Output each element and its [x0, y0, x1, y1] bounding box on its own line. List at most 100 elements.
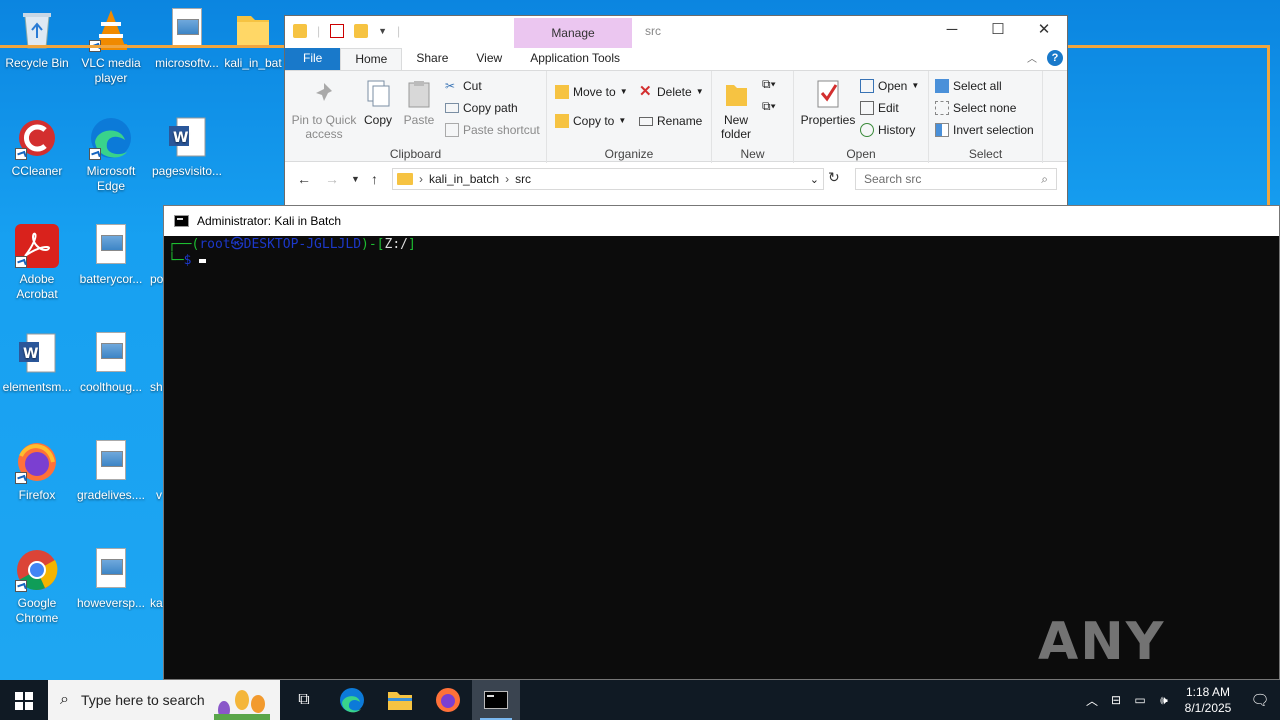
- rename-button[interactable]: Rename: [639, 114, 702, 128]
- notifications-icon[interactable]: 🗨: [1240, 691, 1280, 709]
- select-none-button[interactable]: Select none: [935, 101, 1016, 115]
- new-item-icon[interactable]: ⧉▾: [762, 77, 776, 91]
- taskbar-terminal-button[interactable]: [472, 680, 520, 720]
- up-arrow-icon[interactable]: ↑: [371, 171, 378, 187]
- chevron-down-icon[interactable]: ⌄: [810, 173, 819, 186]
- breadcrumb-kali-in-batch[interactable]: kali_in_batch: [429, 172, 499, 186]
- desktop-icon-adobe-acrobat[interactable]: Adobe Acrobat: [0, 224, 74, 302]
- desktop-icon-ccleaner[interactable]: CCleaner: [0, 116, 74, 179]
- desktop-icon-kali-in-batch[interactable]: kali_in_bat: [222, 8, 284, 71]
- desktop-icon-label: Firefox: [18, 488, 56, 502]
- chevron-right-icon: ›: [505, 172, 510, 186]
- properties-button[interactable]: Properties: [798, 79, 858, 127]
- pin-icon: [310, 79, 338, 109]
- help-icon[interactable]: ?: [1047, 50, 1063, 66]
- copy-button[interactable]: Copy: [359, 79, 397, 127]
- task-view-button[interactable]: ⧉: [280, 680, 328, 720]
- taskbar-firefox-button[interactable]: [424, 680, 472, 720]
- maximize-icon[interactable]: ☐: [975, 16, 1021, 46]
- copy-path-button[interactable]: Copy path: [445, 101, 518, 115]
- desktop-icon-firefox[interactable]: Firefox: [0, 440, 74, 503]
- properties-icon[interactable]: [330, 24, 345, 38]
- tab-view[interactable]: View: [462, 48, 516, 70]
- ribbon: Pin to Quick access Copy Paste ✂ Cut Copy…: [285, 70, 1067, 163]
- address-bar[interactable]: › kali_in_batch › src ⌄: [392, 168, 824, 190]
- desktop-icon-sh[interactable]: sh: [150, 332, 164, 395]
- desktop-icon-pagesvisito[interactable]: W pagesvisito...: [150, 116, 224, 179]
- chevron-down-icon[interactable]: ▼: [378, 26, 387, 36]
- back-arrow-icon[interactable]: ←: [297, 171, 311, 187]
- tab-share[interactable]: Share: [402, 48, 462, 70]
- shortcut-arrow-icon: [15, 256, 27, 268]
- close-icon[interactable]: ✕: [1021, 16, 1067, 46]
- taskbar-clock[interactable]: 1:18 AM 8/1/2025: [1176, 684, 1240, 716]
- recent-locations-icon[interactable]: ▼: [351, 174, 360, 184]
- pin-to-quick-access-button[interactable]: Pin to Quick access: [289, 79, 359, 141]
- terminal-title-bar[interactable]: Administrator: Kali in Batch: [164, 206, 1279, 236]
- select-all-button[interactable]: Select all: [935, 79, 1002, 93]
- desktop-icon-coolthoug[interactable]: coolthoug...: [74, 332, 148, 395]
- paste-button[interactable]: Paste: [399, 79, 439, 127]
- volume-icon[interactable]: 🕪: [1152, 693, 1176, 708]
- highlight-border-right: [1267, 45, 1270, 210]
- forward-arrow-icon[interactable]: →: [325, 171, 339, 187]
- desktop-icon-gradelives[interactable]: gradelives....: [74, 440, 148, 503]
- refresh-icon[interactable]: ↻: [828, 169, 840, 186]
- tab-application-tools[interactable]: Application Tools: [516, 48, 634, 70]
- show-hidden-icons-icon[interactable]: ︿: [1080, 692, 1104, 709]
- desktop-icon-batterycor[interactable]: batterycor...: [74, 224, 148, 287]
- new-folder-button[interactable]: New folder: [716, 79, 756, 141]
- image-file-icon: [150, 548, 164, 592]
- desktop-icon-howeversp[interactable]: howeversp...: [74, 548, 148, 611]
- taskbar-edge-button[interactable]: [328, 680, 376, 720]
- delete-icon: ✕: [639, 83, 652, 100]
- search-input[interactable]: Search src ⌕: [855, 168, 1057, 190]
- tab-file[interactable]: File: [285, 48, 341, 70]
- terminal-window[interactable]: Administrator: Kali in Batch ┌──(root㉿DE…: [163, 205, 1280, 680]
- rename-icon: [639, 116, 653, 126]
- desktop-icon-po[interactable]: po: [150, 224, 164, 287]
- desktop-icon-label: Microsoft Edge: [86, 164, 136, 193]
- file-explorer-window[interactable]: | ▼ | Manage src ─ ☐ ✕ File Home Share V…: [284, 15, 1068, 210]
- terminal-output[interactable]: ┌──(root㉿DESKTOP-JGLLJLD)-[Z:/] └─$: [168, 237, 416, 269]
- firefox-icon: [436, 688, 460, 712]
- cut-button[interactable]: ✂ Cut: [445, 79, 482, 93]
- taskbar: ⌕ Type here to search ⧉ ︿ ⊟ ▭ 🕪 1:18 AM …: [0, 680, 1280, 720]
- paste-shortcut-button[interactable]: Paste shortcut: [445, 123, 540, 137]
- ribbon-tabs: File Home Share View Application Tools ︿…: [285, 48, 1067, 70]
- minimize-icon[interactable]: ─: [929, 16, 975, 46]
- open-button[interactable]: Open ▼: [860, 79, 919, 93]
- network-drive-icon[interactable]: ⊟: [1104, 693, 1128, 707]
- invert-selection-label: Invert selection: [953, 123, 1034, 137]
- prompt-corner: └─: [168, 253, 184, 268]
- breadcrumb-src[interactable]: src: [515, 172, 531, 186]
- new-folder-icon[interactable]: [354, 24, 369, 38]
- invert-selection-button[interactable]: Invert selection: [935, 123, 1034, 137]
- desktop-icon-google-chrome[interactable]: Google Chrome: [0, 548, 74, 626]
- desktop-icon-label: CCleaner: [11, 164, 63, 178]
- explorer-title-bar[interactable]: | ▼ | Manage src ─ ☐ ✕: [285, 16, 1067, 48]
- new-folder-label: New folder: [720, 113, 752, 141]
- history-button[interactable]: History: [860, 123, 915, 137]
- easy-access-icon[interactable]: ⧉▾: [762, 99, 776, 113]
- taskbar-search-box[interactable]: ⌕ Type here to search: [48, 680, 280, 720]
- delete-button[interactable]: ✕ Delete ▼: [639, 83, 704, 100]
- move-to-button[interactable]: Move to ▼: [555, 85, 628, 99]
- shortcut-arrow-icon: [15, 148, 27, 160]
- new-group: New folder ⧉▾ ⧉▾ New: [712, 71, 794, 163]
- desktop-icon-ka[interactable]: ka: [150, 548, 164, 611]
- copy-to-button[interactable]: Copy to ▼: [555, 114, 626, 128]
- invert-selection-icon: [935, 123, 949, 137]
- desktop-icon-label: pagesvisito...: [151, 164, 223, 178]
- desktop-icon-microsoft-edge[interactable]: Microsoft Edge: [74, 116, 148, 194]
- network-icon[interactable]: ▭: [1128, 693, 1152, 707]
- desktop-icon-microsoftv[interactable]: microsoftv...: [150, 8, 224, 71]
- taskbar-explorer-button[interactable]: [376, 680, 424, 720]
- tab-home[interactable]: Home: [340, 48, 403, 70]
- desktop-icon-recycle-bin[interactable]: Recycle Bin: [0, 8, 74, 71]
- edit-button[interactable]: Edit: [860, 101, 899, 115]
- start-button[interactable]: [0, 680, 48, 720]
- manage-contextual-tab[interactable]: Manage: [514, 18, 632, 48]
- chevron-up-icon[interactable]: ︿: [1027, 50, 1037, 65]
- desktop-icon-elementsm[interactable]: W elementsm...: [0, 332, 74, 395]
